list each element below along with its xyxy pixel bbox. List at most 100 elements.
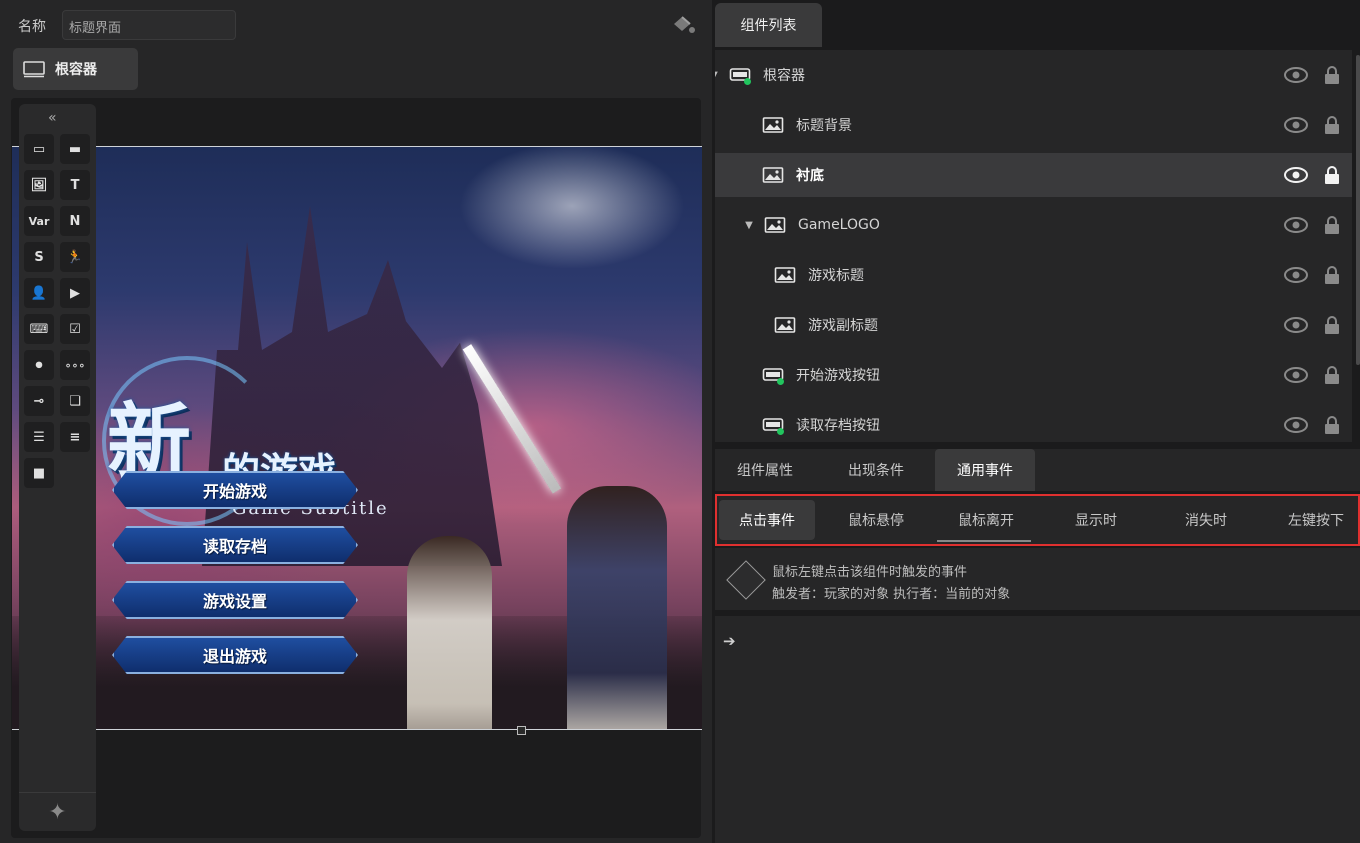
tab-mouse-leave[interactable]: 鼠标离开 [958, 500, 1014, 540]
lock-icon[interactable] [1323, 315, 1341, 335]
tab-component-properties[interactable]: 组件属性 [737, 449, 793, 491]
frame-top-line [12, 146, 702, 147]
tab-appear-conditions[interactable]: 出现条件 [848, 449, 904, 491]
tree-item[interactable]: 游戏标题 [715, 253, 1352, 297]
sparkle-icon[interactable]: ✦ [19, 792, 96, 831]
run-icon[interactable]: 🏃 [60, 242, 90, 272]
tree-item-label: 游戏标题 [808, 268, 864, 284]
tab-common-events[interactable]: 通用事件 [935, 449, 1035, 491]
name-input[interactable]: 标题界面 [62, 10, 236, 40]
game-preview[interactable]: 新 的游戏 Game Subtitle 开始游戏 读取存档 游戏设置 退出游戏 [12, 146, 702, 729]
tab-on-show[interactable]: 显示时 [1075, 500, 1117, 540]
eye-icon[interactable] [1284, 417, 1308, 433]
editor-panel: 名称 标题界面 根容器 新 的游戏 Game Subtitle 开始游戏 读取存… [0, 0, 712, 843]
expand-caret-icon[interactable]: ▼ [742, 220, 756, 231]
exit-game-button[interactable]: 退出游戏 [112, 636, 358, 674]
tab-left-mouse-down[interactable]: 左键按下 [1288, 500, 1344, 540]
slider-icon[interactable]: ⊸ [24, 386, 54, 416]
text-icon[interactable]: T [60, 170, 90, 200]
button-icon [762, 366, 784, 385]
root-tab-label: 根容器 [55, 62, 97, 78]
active-dot-icon [777, 378, 784, 385]
input-icon[interactable]: ⌨ [24, 314, 54, 344]
container-icon[interactable]: ▭ [24, 134, 54, 164]
tree-item[interactable]: 衬底 [715, 153, 1352, 197]
image-icon[interactable]: 🖼 [24, 170, 54, 200]
event-tabs: 点击事件 鼠标悬停 鼠标离开 显示时 消失时 左键按下 [715, 494, 1360, 546]
tree-item[interactable]: ▼ 根容器 [715, 53, 1352, 97]
image-icon [762, 166, 784, 184]
character-icon[interactable]: 👤 [24, 278, 54, 308]
var-icon[interactable]: Var [24, 206, 54, 236]
active-dot-icon [777, 428, 784, 435]
eye-icon[interactable] [1284, 167, 1308, 183]
load-save-button[interactable]: 读取存档 [112, 526, 358, 564]
lock-icon[interactable] [1323, 415, 1341, 435]
container-icon [729, 66, 751, 85]
toolbox: « ▭ ▬ 🖼 T Var N S 🏃 👤 ▶ ⌨ ☑ ⏺ ∘∘∘ ⊸ ❏ ☰ ≡ ■ ✦ [19, 104, 96, 831]
collapse-toolbox-button[interactable]: « [48, 110, 57, 126]
button-icon [762, 416, 784, 435]
video-icon[interactable]: ▶ [60, 278, 90, 308]
tree-item[interactable]: 游戏副标题 [715, 303, 1352, 347]
eye-icon[interactable] [1284, 367, 1308, 383]
resize-handle[interactable] [517, 726, 526, 735]
eye-icon[interactable] [1284, 267, 1308, 283]
tab-click-event[interactable]: 点击事件 [719, 500, 815, 540]
cards-icon[interactable]: ❏ [60, 386, 90, 416]
container-icon [23, 61, 45, 78]
root-container-tab[interactable]: 根容器 [13, 48, 138, 90]
component-tree: ▼ 根容器标题背景衬底 ▼ GameLOGO 游戏标题游戏副标题开始游戏按钮读取存档按钮 [715, 50, 1352, 442]
number-icon[interactable]: N [60, 206, 90, 236]
tab-on-hide[interactable]: 消失时 [1185, 500, 1227, 540]
tree-item-label: 开始游戏按钮 [796, 368, 880, 384]
lock-icon[interactable] [1323, 65, 1341, 85]
event-trigger-text: 触发者：玩家的对象 执行者：当前的对象 [772, 587, 1011, 602]
toolbox-grid: ▭ ▬ 🖼 T Var N S 🏃 👤 ▶ ⌨ ☑ ⏺ ∘∘∘ ⊸ ❏ ☰ ≡ ■ [24, 134, 93, 494]
string-icon[interactable]: S [24, 242, 54, 272]
tree-item[interactable]: 读取存档按钮 [715, 403, 1352, 442]
toggle-icon[interactable]: ⏺ [24, 350, 54, 380]
frame-bottom-line [12, 729, 702, 730]
tree-item-label: 根容器 [763, 68, 805, 84]
eye-icon[interactable] [1284, 217, 1308, 233]
tree-item[interactable]: 标题背景 [715, 103, 1352, 147]
tree-item[interactable]: 开始游戏按钮 [715, 353, 1352, 397]
lock-icon[interactable] [1323, 165, 1341, 185]
checkbox-icon[interactable]: ☑ [60, 314, 90, 344]
document-icon[interactable]: ☰ [24, 422, 54, 452]
expand-caret-icon[interactable]: ▼ [715, 70, 721, 81]
game-settings-button[interactable]: 游戏设置 [112, 581, 358, 619]
eye-icon[interactable] [1284, 117, 1308, 133]
event-description-text: 鼠标左键点击该组件时触发的事件 [772, 565, 968, 580]
event-actions-area[interactable]: ➔ [715, 616, 1360, 843]
event-description: 鼠标左键点击该组件时触发的事件 触发者：玩家的对象 执行者：当前的对象 [715, 548, 1360, 610]
tree-item-label: 读取存档按钮 [796, 418, 880, 434]
list-icon[interactable]: ≡ [60, 422, 90, 452]
image-icon [764, 216, 786, 234]
paint-bucket-icon[interactable] [670, 14, 696, 36]
tree-item[interactable]: ▼ GameLOGO [715, 203, 1352, 247]
inspector-panel: 组件列表 ▼ 根容器标题背景衬底 ▼ GameLOGO 游戏标题游戏副标题开始游戏按钮读… [715, 0, 1360, 843]
tab-component-list[interactable]: 组件列表 [715, 3, 822, 47]
lock-icon[interactable] [1323, 265, 1341, 285]
image-icon [774, 316, 796, 334]
button-icon[interactable]: ▬ [60, 134, 90, 164]
pagination-icon[interactable]: ∘∘∘ [60, 350, 90, 380]
character-boy-image [567, 486, 667, 729]
hover-underline [937, 540, 1031, 542]
lock-icon[interactable] [1323, 215, 1341, 235]
lock-icon[interactable] [1323, 115, 1341, 135]
arrow-right-icon[interactable]: ➔ [723, 632, 736, 650]
name-label: 名称 [18, 19, 46, 35]
eye-icon[interactable] [1284, 317, 1308, 333]
character-girl-image [407, 536, 492, 729]
tab-mouse-hover[interactable]: 鼠标悬停 [848, 500, 904, 540]
tree-scrollbar[interactable] [1356, 55, 1360, 365]
lock-icon[interactable] [1323, 365, 1341, 385]
eye-icon[interactable] [1284, 67, 1308, 83]
image-icon [762, 116, 784, 134]
start-game-button[interactable]: 开始游戏 [112, 471, 358, 509]
tree-item-label: 衬底 [796, 168, 824, 184]
camera-icon[interactable]: ■ [24, 458, 54, 488]
